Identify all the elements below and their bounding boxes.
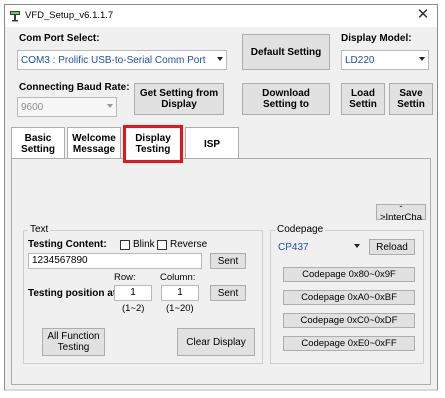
codepage-value: CP437 bbox=[278, 242, 309, 253]
chevron-down-icon bbox=[107, 104, 113, 108]
codepage-80-9f-button[interactable]: Codepage 0x80~0x9F bbox=[283, 267, 415, 282]
inter-charset-button[interactable]: ->InterCha bbox=[376, 201, 426, 223]
display-model-select[interactable]: LD220 bbox=[341, 50, 429, 70]
app-window: VFD_Setup_v6.1.1.7 ✕ Com Port Select: CO… bbox=[4, 4, 438, 391]
text-group-title: Text bbox=[28, 224, 51, 235]
get-setting-button[interactable]: Get Setting from Display bbox=[134, 83, 224, 115]
app-icon bbox=[10, 11, 20, 22]
tab-welcome-message[interactable]: Welcome Message bbox=[67, 127, 121, 160]
column-label: Column: bbox=[160, 272, 196, 283]
window-title: VFD_Setup_v6.1.1.7 bbox=[25, 10, 114, 21]
reverse-label: Reverse bbox=[170, 239, 208, 250]
text-group: Text Testing Content: Blink Reverse 1234… bbox=[23, 224, 263, 364]
codepage-group: Codepage CP437 Reload Codepage 0x80~0x9F… bbox=[270, 224, 424, 364]
reverse-checkbox[interactable] bbox=[157, 240, 167, 250]
row-range-text: (1~2) bbox=[122, 303, 145, 314]
chevron-down-icon bbox=[217, 57, 223, 61]
tab-basic-setting[interactable]: Basic Setting bbox=[11, 127, 65, 160]
title-bar[interactable]: VFD_Setup_v6.1.1.7 ✕ bbox=[5, 5, 437, 27]
row-label: Row: bbox=[114, 272, 136, 283]
testing-content-label: Testing Content: bbox=[28, 239, 107, 250]
baud-rate-value: 9600 bbox=[21, 102, 44, 113]
chevron-down-icon bbox=[419, 57, 425, 61]
sent-content-button[interactable]: Sent bbox=[210, 253, 246, 269]
com-port-label: Com Port Select: bbox=[19, 33, 100, 44]
column-input[interactable]: 1 bbox=[161, 285, 199, 301]
blink-label: Blink bbox=[133, 239, 155, 250]
default-setting-button[interactable]: Default Setting bbox=[242, 34, 330, 70]
com-port-value: COM3 : Prolific USB-to-Serial Comm Port bbox=[21, 55, 206, 66]
codepage-select[interactable]: CP437 bbox=[275, 238, 363, 258]
reload-button[interactable]: Reload bbox=[369, 239, 415, 255]
display-model-value: LD220 bbox=[345, 55, 375, 66]
display-model-label: Display Model: bbox=[341, 33, 412, 44]
row-input[interactable]: 1 bbox=[114, 285, 152, 301]
column-range-text: (1~20) bbox=[166, 303, 194, 314]
testing-content-input[interactable]: 1234567890 bbox=[28, 253, 202, 269]
all-function-testing-button[interactable]: All Function Testing bbox=[42, 328, 105, 356]
codepage-a0-bf-button[interactable]: Codepage 0xA0~0xBF bbox=[283, 290, 415, 305]
testing-position-label: Testing position at: bbox=[28, 288, 120, 299]
client-area: Com Port Select: COM3 : Prolific USB-to-… bbox=[5, 27, 437, 389]
baud-rate-select[interactable]: 9600 bbox=[17, 97, 117, 117]
tab-isp[interactable]: ISP bbox=[185, 127, 239, 160]
com-port-select[interactable]: COM3 : Prolific USB-to-Serial Comm Port bbox=[17, 50, 227, 70]
load-setting-button[interactable]: Load Settin bbox=[341, 83, 385, 115]
codepage-e0-ff-button[interactable]: Codepage 0xE0~0xFF bbox=[283, 336, 415, 351]
save-setting-button[interactable]: Save Settin bbox=[389, 83, 433, 115]
baud-rate-label: Connecting Baud Rate: bbox=[19, 82, 130, 93]
clear-display-button[interactable]: Clear Display bbox=[177, 328, 255, 356]
chevron-down-icon bbox=[354, 244, 360, 248]
codepage-group-title: Codepage bbox=[275, 224, 326, 235]
sent-position-button[interactable]: Sent bbox=[210, 285, 246, 301]
blink-checkbox[interactable] bbox=[120, 240, 130, 250]
close-icon[interactable]: ✕ bbox=[415, 7, 431, 23]
display-testing-panel: ->InterCha Text Testing Content: Blink R… bbox=[11, 158, 431, 385]
tab-display-testing[interactable]: Display Testing bbox=[123, 125, 183, 163]
download-setting-button[interactable]: Download Setting to bbox=[242, 83, 330, 115]
codepage-c0-df-button[interactable]: Codepage 0xC0~0xDF bbox=[283, 313, 415, 328]
